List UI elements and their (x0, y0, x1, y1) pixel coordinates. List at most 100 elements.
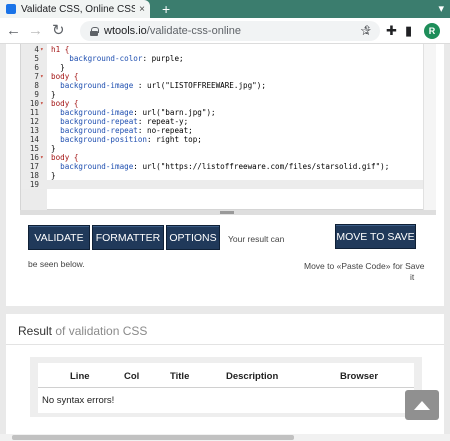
divider (6, 344, 444, 345)
code-token: body { (51, 72, 79, 81)
code-line[interactable]: 14 background-position: right top; (21, 135, 423, 144)
header-divider (38, 387, 414, 388)
code-text: } (51, 171, 56, 180)
line-number: 9 (34, 90, 39, 99)
fold-arrow-icon[interactable]: ▾ (40, 99, 44, 108)
code-text: background-color: purple; (51, 54, 184, 63)
code-line[interactable]: 13 background-repeat: no-repeat; (21, 126, 423, 135)
code-token: h1 { (51, 45, 70, 54)
move-to-save-button[interactable]: MOVE TO SAVE (335, 224, 416, 249)
code-token: : no-repeat; (137, 126, 193, 135)
code-token: : url("LISTOFFREEWARE.jpg"); (137, 81, 266, 90)
line-number: 7 (34, 72, 39, 81)
resize-grip-icon (220, 211, 234, 214)
result-message: No syntax errors! (42, 395, 115, 406)
editor-resize-handle[interactable] (20, 210, 436, 215)
code-token: } (51, 90, 56, 99)
tab-search-icon[interactable]: ▾ (438, 2, 444, 15)
code-token: body { (51, 153, 79, 162)
tab-validate-css[interactable]: Validate CSS, Online CSS Validat × (0, 0, 150, 18)
code-token: } (51, 63, 65, 72)
code-line[interactable]: 5 background-color: purple; (21, 54, 423, 63)
forward-icon[interactable]: → (28, 22, 43, 40)
favicon-icon (6, 4, 16, 14)
code-token: body { (51, 99, 79, 108)
code-text: background-repeat: repeat-y; (51, 117, 188, 126)
lock-icon[interactable] (90, 26, 99, 36)
back-icon[interactable]: ← (6, 22, 21, 40)
code-token: } (51, 171, 56, 180)
horizontal-scrollbar-thumb[interactable] (12, 435, 294, 440)
fold-arrow-icon[interactable]: ▾ (40, 72, 44, 81)
star-icon[interactable]: ☆ (360, 22, 372, 40)
result-note: Your result can (228, 234, 285, 244)
column-header-col: Col (124, 371, 140, 382)
code-text: } (51, 63, 65, 72)
code-line[interactable]: 11 background-image: url("barn.jpg"); (21, 108, 423, 117)
code-text: body { (51, 99, 78, 108)
column-header-line: Line (70, 371, 90, 382)
code-line[interactable]: 19 (21, 180, 423, 189)
code-token: background-position (51, 135, 148, 144)
result-title-sub: of validation CSS (52, 324, 148, 338)
code-line[interactable]: 17 background-image: url("https://listof… (21, 162, 423, 171)
result-card: Result of validation CSS Line Col Title … (6, 314, 444, 441)
line-number: 5 (34, 54, 39, 63)
fold-arrow-icon[interactable]: ▾ (40, 153, 44, 162)
editor-card: 4 ▾ h1 {5 background-color: purple; 6 } 7 ▾ bo… (6, 44, 444, 306)
save-note-continued: it (410, 272, 415, 282)
result-title-main: Result (18, 324, 53, 338)
address-bar: ← → ↻ wtools.io/validate-css-online ⇪ ☆ … (0, 18, 450, 44)
code-line[interactable]: 7 ▾ body { (21, 72, 423, 81)
line-number: 14 (29, 135, 39, 144)
line-number: 15 (29, 144, 39, 153)
horizontal-scrollbar[interactable] (0, 434, 450, 441)
code-line[interactable]: 6 } (21, 63, 423, 72)
line-number: 11 (29, 108, 39, 117)
code-line[interactable]: 12 background-repeat: repeat-y; (21, 117, 423, 126)
url-input[interactable]: wtools.io/validate-css-online ⇪ (80, 21, 380, 41)
code-text: background-image : url("LISTOFFREEWARE.j… (51, 81, 266, 90)
fold-arrow-icon[interactable]: ▾ (40, 45, 44, 54)
line-number: 17 (29, 162, 39, 171)
line-number: 12 (29, 117, 39, 126)
line-number: 13 (29, 126, 39, 135)
code-text: body { (51, 72, 78, 81)
code-line[interactable]: 8 background-image : url("LISTOFFREEWARE… (21, 81, 423, 90)
extensions-icon[interactable]: ✚ (386, 22, 397, 40)
result-note-continued: be seen below. (28, 259, 85, 269)
code-text: background-repeat: no-repeat; (51, 126, 193, 135)
reload-icon[interactable]: ↻ (52, 22, 65, 40)
code-line[interactable]: 16 ▾ body { (21, 153, 423, 162)
formatter-button[interactable]: FORMATTER (92, 225, 164, 250)
code-token: : purple; (142, 54, 184, 63)
code-text: h1 { (51, 45, 69, 54)
new-tab-button[interactable]: + (162, 0, 170, 18)
code-token: : url("barn.jpg"); (133, 108, 216, 117)
options-button[interactable]: OPTIONS (166, 225, 220, 250)
avatar[interactable]: R (424, 23, 440, 39)
css-code-editor[interactable]: 4 ▾ h1 {5 background-color: purple; 6 } 7 ▾ bo… (20, 44, 436, 210)
column-header-browser: Browser (340, 371, 379, 382)
tab-close-icon[interactable]: × (139, 4, 145, 15)
code-line[interactable]: 9} (21, 90, 423, 99)
line-number: 8 (34, 81, 39, 90)
sidebar-icon[interactable]: ▮ (405, 22, 412, 40)
line-number: 16 (29, 153, 39, 162)
result-table: Line Col Title Description Browser No sy… (38, 363, 414, 413)
editor-scrollbar[interactable] (423, 44, 436, 210)
code-line[interactable]: 4 ▾ h1 { (21, 45, 423, 54)
column-header-description: Description (226, 371, 279, 382)
code-line[interactable]: 10 ▾ body { (21, 99, 423, 108)
url-path: /validate-css-online (146, 25, 241, 37)
code-token: background-repeat (51, 126, 138, 135)
code-token: background-image (51, 81, 138, 90)
code-line[interactable]: 15} (21, 144, 423, 153)
line-number: 4 (34, 45, 39, 54)
code-token: } (51, 144, 56, 153)
validate-button[interactable]: VALIDATE (28, 225, 90, 250)
scroll-to-top-button[interactable] (405, 390, 439, 420)
result-table-wrapper: Line Col Title Description Browser No sy… (30, 357, 422, 417)
column-header-title: Title (170, 371, 190, 382)
code-line[interactable]: 18} (21, 171, 423, 180)
